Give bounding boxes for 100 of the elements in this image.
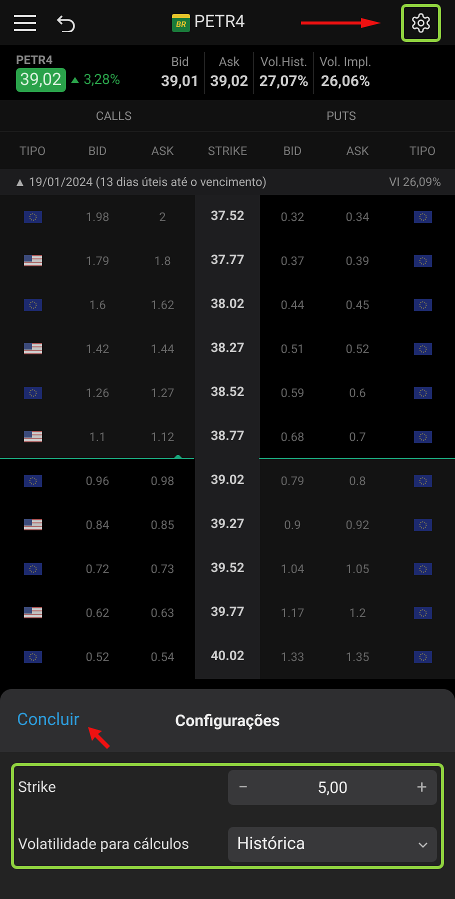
put-bid: 0.59 [280, 385, 304, 402]
flag-icon [414, 299, 432, 311]
strike-value: 38.27 [210, 340, 244, 358]
plus-button[interactable]: + [416, 774, 427, 801]
call-ask: 1.8 [154, 253, 171, 270]
settings-button[interactable] [401, 4, 441, 42]
flag-icon [24, 607, 42, 619]
stat-value: 26,06% [320, 71, 370, 91]
expiry-label: ▲ 19/01/2024 (13 dias úteis até o vencimento) [14, 174, 267, 191]
flag-icon [414, 255, 432, 267]
flag-icon [414, 519, 432, 531]
put-ask: 0.39 [346, 253, 370, 270]
flag-icon [24, 255, 42, 267]
flag-icon [414, 343, 432, 355]
column-header: BID [283, 142, 302, 160]
minus-button[interactable]: − [238, 774, 248, 801]
chevron-icon [418, 842, 428, 848]
call-ask: 2 [159, 209, 166, 226]
symbol-label: PETR4 [16, 53, 54, 67]
side-label: PUTS [326, 108, 356, 124]
flag-icon [24, 299, 42, 311]
column-header: TIPO [409, 142, 436, 160]
flag-icon [24, 211, 42, 223]
strike-value: 37.52 [210, 208, 244, 226]
flag-icon [24, 387, 42, 399]
column-header: ASK [346, 142, 369, 160]
call-bid: 0.62 [86, 605, 110, 622]
setting-label: Strike [18, 777, 56, 798]
flag-icon [414, 563, 432, 575]
put-bid: 0.79 [280, 473, 304, 490]
strike-value: 39.02 [210, 472, 244, 490]
put-ask: 0.45 [346, 297, 370, 314]
menu-icon[interactable] [14, 14, 36, 30]
stepper-value: 5,00 [317, 776, 348, 798]
flag-icon [24, 563, 42, 575]
strike-value: 38.02 [210, 296, 244, 314]
call-bid: 1.1 [89, 429, 106, 446]
call-bid: 1.26 [86, 385, 110, 402]
call-bid: 1.42 [86, 341, 110, 358]
flag-icon [24, 343, 42, 355]
call-bid: 1.98 [86, 209, 110, 226]
column-header: ASK [151, 142, 174, 160]
up-icon [70, 77, 79, 83]
flag-icon [24, 519, 42, 531]
strike-value: 37.77 [210, 252, 244, 270]
call-ask: 1.27 [150, 385, 174, 402]
implied-vol: VI 26,09% [388, 174, 441, 191]
put-ask: 1.2 [349, 605, 366, 622]
settings-icon [410, 12, 432, 34]
flag-icon [414, 211, 432, 223]
stat-label: Vol. Impl. [319, 54, 372, 71]
stat-label: Ask [218, 54, 240, 71]
strike-value: 39.52 [210, 560, 244, 578]
strike-value: 38.52 [210, 384, 244, 402]
put-ask: 0.34 [346, 209, 370, 226]
call-ask: 1.12 [150, 429, 174, 446]
strike-value: 39.27 [210, 516, 244, 534]
column-header: STRIKE [208, 142, 248, 160]
call-ask: 0.54 [150, 649, 174, 666]
flag-icon [24, 651, 42, 663]
flag-icon [24, 431, 42, 443]
put-ask: 0.8 [349, 473, 366, 490]
put-bid: 0.32 [280, 209, 304, 226]
call-bid: 1.79 [86, 253, 110, 270]
price-badge: 39,02 [16, 68, 66, 92]
put-ask: 1.05 [346, 561, 370, 578]
put-ask: 0.7 [349, 429, 366, 446]
put-bid: 1.33 [280, 649, 304, 666]
put-ask: 0.92 [346, 517, 370, 534]
put-bid: 0.9 [284, 517, 301, 534]
strike-stepper[interactable]: − 5,00 + [228, 770, 437, 805]
sheet-title: Configurações [175, 710, 280, 732]
put-bid: 0.37 [280, 253, 304, 270]
change-percent: 3,28% [84, 70, 120, 90]
volatility-select[interactable]: Histórica [228, 827, 437, 862]
stat-label: Bid [171, 54, 189, 71]
stat-value: 27,07% [259, 71, 308, 91]
put-bid: 1.04 [280, 561, 304, 578]
put-bid: 0.68 [280, 429, 304, 446]
strike-value: 39.77 [210, 604, 244, 622]
call-bid: 0.52 [86, 649, 110, 666]
call-bid: 1.6 [89, 297, 106, 314]
undo-icon[interactable] [56, 14, 76, 32]
call-ask: 0.98 [150, 473, 174, 490]
call-bid: 0.84 [86, 517, 110, 534]
stat-value: 39,02 [210, 71, 248, 91]
call-ask: 0.63 [150, 605, 174, 622]
call-ask: 1.62 [150, 297, 174, 314]
page-title: PETR4 [194, 10, 245, 34]
put-bid: 1.17 [280, 605, 304, 622]
side-label: CALLS [96, 108, 132, 124]
call-ask: 0.85 [150, 517, 174, 534]
done-button[interactable]: Concluir [17, 708, 80, 734]
flag-icon [414, 387, 432, 399]
logo-icon: BR [172, 14, 190, 32]
strike-value: 38.77 [210, 428, 244, 446]
call-ask: 0.73 [150, 561, 174, 578]
setting-label: Volatilidade para cálculos [18, 834, 190, 856]
arrow-annotation [88, 727, 112, 751]
call-bid: 0.72 [86, 561, 110, 578]
